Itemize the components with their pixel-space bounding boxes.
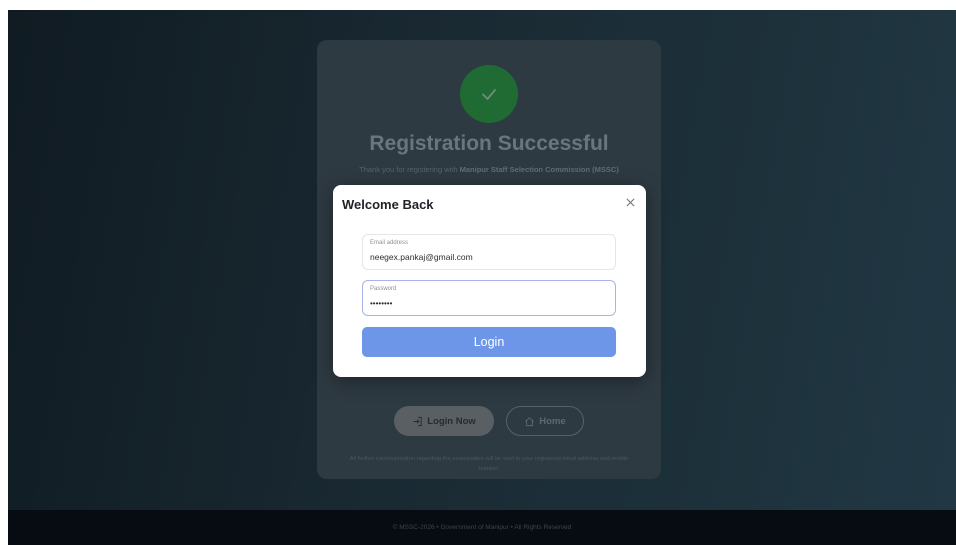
password-field[interactable]: Password: [362, 280, 616, 316]
card-actions: Login Now Home: [317, 406, 661, 438]
home-label: Home: [539, 415, 566, 427]
subtitle-prefix: Thank you for registering with: [359, 165, 458, 174]
home-button[interactable]: Home: [506, 406, 584, 436]
email-input[interactable]: [370, 250, 608, 264]
page-footer: © MSSC-2026 • Government of Manipur • Al…: [8, 510, 956, 545]
organization-name: Manipur Staff Selection Commission (MSSC…: [459, 165, 619, 174]
email-field[interactable]: Email address: [362, 234, 616, 270]
close-icon: [625, 197, 635, 207]
registration-thanks-text: Thank you for registering with Manipur S…: [347, 164, 631, 176]
modal-close-button[interactable]: [623, 195, 637, 209]
checkmark-icon: [482, 89, 496, 100]
login-now-button[interactable]: Login Now: [394, 406, 494, 436]
login-submit-button[interactable]: Login: [362, 327, 616, 357]
login-icon: [413, 416, 422, 426]
login-now-label: Login Now: [427, 415, 476, 427]
modal-title: Welcome Back: [342, 197, 434, 212]
password-input[interactable]: [370, 296, 608, 310]
success-check-badge: [460, 65, 518, 123]
home-icon: [525, 416, 535, 426]
email-field-label: Email address: [370, 240, 409, 246]
communication-note: All further communication regarding the …: [349, 456, 629, 472]
password-field-label: Password: [370, 286, 397, 292]
footer-copyright: © MSSC-2026 • Government of Manipur • Al…: [392, 524, 572, 531]
page-title: Registration Successful: [369, 132, 609, 155]
login-modal: Welcome Back Email address Password Logi…: [333, 185, 646, 377]
app-viewport: Registration Successful Thank you for re…: [8, 10, 956, 545]
